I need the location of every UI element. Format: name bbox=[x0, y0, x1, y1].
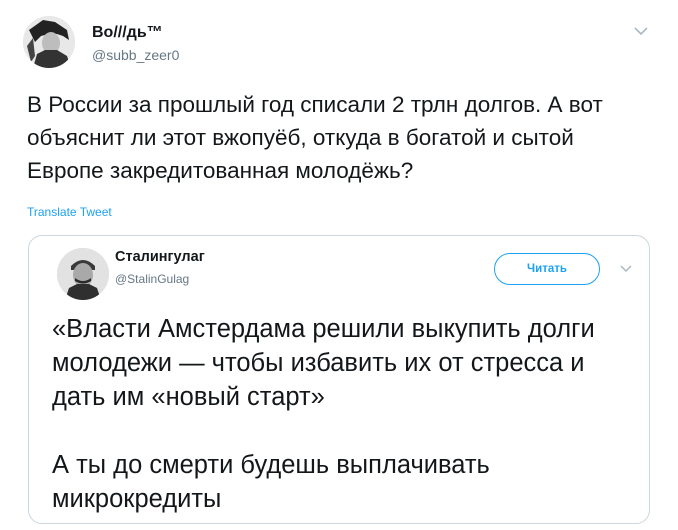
avatar-icon bbox=[23, 16, 75, 68]
quoted-author-handle[interactable]: @StalinGulag bbox=[115, 272, 189, 286]
quoted-paragraph-1: «Власти Амстердама решили выкупить долги… bbox=[52, 315, 595, 411]
quoted-tweet[interactable]: Сталингулаг @StalinGulag Читать «Власти … bbox=[28, 235, 650, 524]
avatar-icon bbox=[57, 248, 109, 300]
chevron-down-icon[interactable] bbox=[632, 22, 650, 40]
tweet-card: Во///дь™ @subb_zeer0 В России за прошлый… bbox=[0, 0, 678, 530]
chevron-down-icon[interactable] bbox=[618, 261, 634, 277]
quoted-tweet-text: «Власти Амстердама решили выкупить долги… bbox=[52, 312, 632, 516]
author-handle[interactable]: @subb_zeer0 bbox=[92, 47, 179, 63]
tweet-text: В России за прошлый год списали 2 трлн д… bbox=[27, 92, 603, 183]
follow-button[interactable]: Читать bbox=[494, 253, 600, 285]
author-avatar[interactable] bbox=[23, 16, 75, 68]
translate-tweet-link[interactable]: Translate Tweet bbox=[27, 205, 112, 219]
quoted-author-name[interactable]: Сталингулаг bbox=[115, 249, 205, 265]
quoted-author-avatar[interactable] bbox=[57, 248, 109, 300]
author-name[interactable]: Во///дь™ bbox=[92, 24, 163, 42]
quoted-paragraph-2: А ты до смерти будешь выплачивать микрок… bbox=[52, 451, 490, 513]
